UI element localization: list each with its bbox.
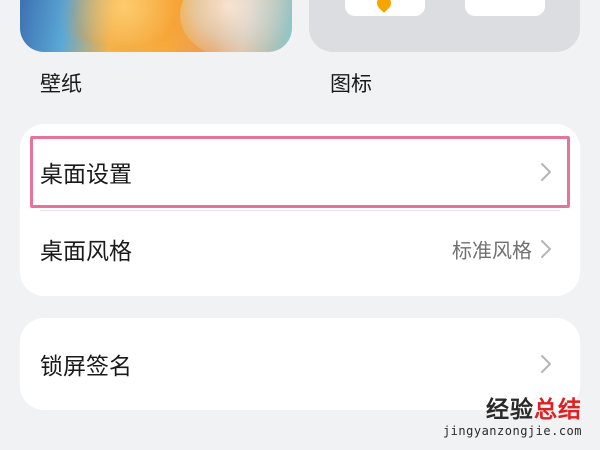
- lock-screen-signature-label: 锁屏签名: [40, 354, 132, 380]
- chevron-right-icon: [540, 239, 552, 259]
- chevron-right-icon: [540, 162, 552, 182]
- wallpaper-thumbnail[interactable]: [20, 0, 292, 52]
- desktop-style-row[interactable]: 桌面风格 标准风格: [20, 211, 580, 287]
- map-pin-icon: [374, 0, 394, 13]
- icons-label: 图标: [330, 72, 372, 96]
- watermark-title-part1: 经验: [486, 397, 534, 423]
- wallpaper-image-swirl: [180, 0, 292, 52]
- icons-thumbnail[interactable]: [309, 0, 580, 52]
- icon-preview-tile: [345, 0, 425, 16]
- watermark-url: jingyanzongjie.com: [442, 424, 582, 438]
- watermark: 经验总结 jingyanzongjie.com: [443, 396, 582, 438]
- wallpaper-label: 壁纸: [40, 72, 82, 96]
- desktop-settings-label: 桌面设置: [40, 162, 132, 188]
- watermark-title-part2: 总结: [534, 397, 582, 423]
- desktop-style-label: 桌面风格: [40, 239, 132, 265]
- desktop-style-value: 标准风格: [452, 238, 532, 263]
- lock-screen-signature-row[interactable]: 锁屏签名: [20, 326, 580, 402]
- desktop-settings-row[interactable]: 桌面设置: [20, 134, 580, 210]
- icon-preview-tile: [465, 0, 545, 16]
- wallpaper-image-blob: [50, 0, 200, 45]
- chevron-right-icon: [540, 354, 552, 374]
- watermark-title: 经验总结: [443, 396, 582, 424]
- desktop-settings-card: 桌面设置 桌面风格 标准风格: [20, 124, 580, 296]
